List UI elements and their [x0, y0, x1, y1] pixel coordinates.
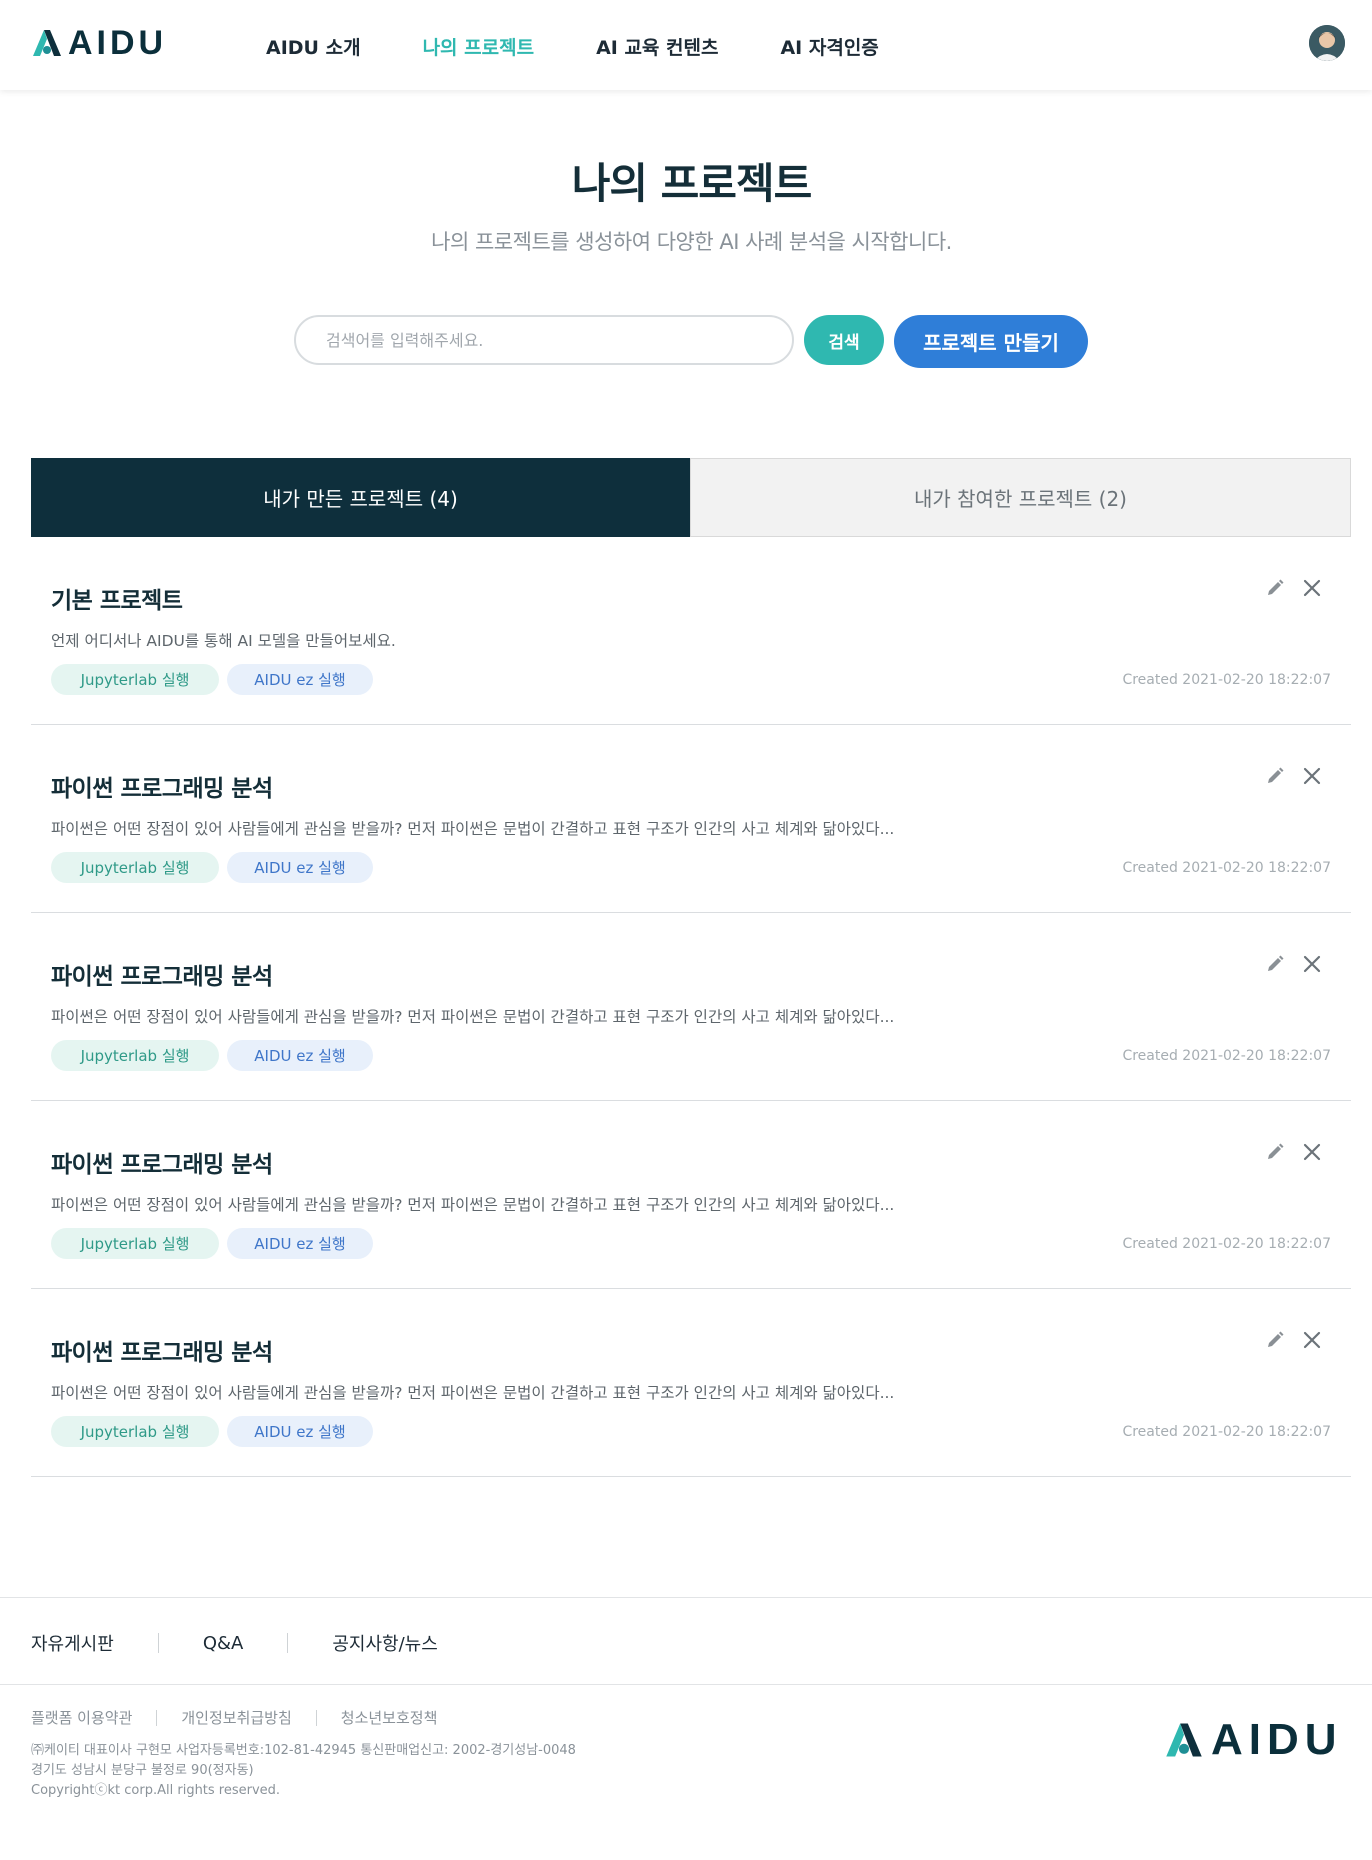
- aidu-ez-run-button[interactable]: AIDU ez 실행: [227, 852, 373, 883]
- legal-divider: [315, 1709, 317, 1726]
- footer-link-free-board[interactable]: 자유게시판: [31, 1630, 114, 1656]
- aidu-ez-run-button[interactable]: AIDU ez 실행: [227, 1040, 373, 1071]
- project-card: 파이썬 프로그래밍 분석 파이썬은 어떤 장점이 있어 사람들에게 관심을 받을…: [31, 913, 1351, 1101]
- main-nav: AIDU 소개 나의 프로젝트 AI 교육 컨텐츠 AI 자격인증: [266, 33, 941, 60]
- footer-links: 자유게시판 Q&A 공지사항/뉴스: [31, 1630, 438, 1656]
- pencil-icon[interactable]: [1264, 953, 1286, 975]
- project-title[interactable]: 파이썬 프로그래밍 분석: [51, 1333, 273, 1367]
- footer-nav: 자유게시판 Q&A 공지사항/뉴스: [0, 1597, 1372, 1685]
- created-date: Created 2021-02-20 18:22:07: [1122, 1236, 1331, 1252]
- project-tabs: 내가 만든 프로젝트 (4) 내가 참여한 프로젝트 (2): [31, 458, 1351, 537]
- project-description: 파이썬은 어떤 장점이 있어 사람들에게 관심을 받을까? 먼저 파이썬은 문법…: [51, 1008, 895, 1026]
- aidu-ez-run-button[interactable]: AIDU ez 실행: [227, 664, 373, 695]
- nav-item-my-projects[interactable]: 나의 프로젝트: [423, 33, 535, 60]
- footer-link-qna[interactable]: Q&A: [203, 1633, 244, 1654]
- company-info: ㈜케이티 대표이사 구현모 사업자등록번호:102-81-42945 통신판매업…: [31, 1741, 576, 1801]
- legal-link-privacy[interactable]: 개인정보취급방침: [181, 1707, 291, 1728]
- created-date: Created 2021-02-20 18:22:07: [1122, 860, 1331, 876]
- close-icon[interactable]: [1301, 577, 1323, 599]
- footer-logo-text: AIDU: [1211, 1715, 1343, 1764]
- project-description: 언제 어디서나 AIDU를 통해 AI 모델을 만들어보세요.: [51, 632, 396, 650]
- legal-link-youth[interactable]: 청소년보호정책: [341, 1707, 438, 1728]
- created-date: Created 2021-02-20 18:22:07: [1122, 1424, 1331, 1440]
- created-date: Created 2021-02-20 18:22:07: [1122, 1048, 1331, 1064]
- user-avatar[interactable]: [1309, 25, 1345, 61]
- top-header: AIDU AIDU 소개 나의 프로젝트 AI 교육 컨텐츠 AI 자격인증: [0, 0, 1372, 90]
- jupyterlab-run-button[interactable]: Jupyterlab 실행: [51, 852, 219, 883]
- logo-text: AIDU: [68, 24, 168, 62]
- aidu-logo[interactable]: AIDU: [32, 26, 167, 60]
- tab-joined-projects[interactable]: 내가 참여한 프로젝트 (2): [690, 458, 1351, 537]
- close-icon[interactable]: [1301, 765, 1323, 787]
- tab-my-projects[interactable]: 내가 만든 프로젝트 (4): [31, 458, 690, 537]
- search-input[interactable]: [294, 315, 794, 365]
- footer-divider: [157, 1633, 159, 1653]
- project-title[interactable]: 기본 프로젝트: [51, 581, 183, 615]
- close-icon[interactable]: [1301, 1141, 1323, 1163]
- project-card: 기본 프로젝트 언제 어디서나 AIDU를 통해 AI 모델을 만들어보세요. …: [31, 537, 1351, 725]
- jupyterlab-run-button[interactable]: Jupyterlab 실행: [51, 1040, 219, 1071]
- nav-item-ai-certification[interactable]: AI 자격인증: [780, 33, 878, 60]
- created-date: Created 2021-02-20 18:22:07: [1122, 672, 1331, 688]
- project-description: 파이썬은 어떤 장점이 있어 사람들에게 관심을 받을까? 먼저 파이썬은 문법…: [51, 1384, 895, 1402]
- pencil-icon[interactable]: [1264, 1141, 1286, 1163]
- pencil-icon[interactable]: [1264, 577, 1286, 599]
- search-button[interactable]: 검색: [804, 315, 884, 365]
- jupyterlab-run-button[interactable]: Jupyterlab 실행: [51, 1416, 219, 1447]
- user-avatar-icon: [1309, 25, 1345, 61]
- aidu-logo-mark-icon: [1166, 1723, 1202, 1757]
- legal-divider: [156, 1709, 158, 1726]
- aidu-ez-run-button[interactable]: AIDU ez 실행: [227, 1228, 373, 1259]
- page-title: 나의 프로젝트: [571, 159, 812, 208]
- legal-links: 플랫폼 이용약관 개인정보취급방침 청소년보호정책: [31, 1707, 437, 1728]
- pencil-icon[interactable]: [1264, 1329, 1286, 1351]
- create-project-button[interactable]: 프로젝트 만들기: [894, 315, 1088, 368]
- footer-link-notice[interactable]: 공지사항/뉴스: [332, 1630, 437, 1656]
- footer-divider: [287, 1633, 289, 1653]
- project-title[interactable]: 파이썬 프로그래밍 분석: [51, 957, 273, 991]
- page-subtitle: 나의 프로젝트를 생성하여 다양한 AI 사례 분석을 시작합니다.: [431, 230, 952, 254]
- project-description: 파이썬은 어떤 장점이 있어 사람들에게 관심을 받을까? 먼저 파이썬은 문법…: [51, 1196, 895, 1214]
- footer-logo: AIDU: [1165, 1718, 1343, 1762]
- jupyterlab-run-button[interactable]: Jupyterlab 실행: [51, 1228, 219, 1259]
- legal-link-terms[interactable]: 플랫폼 이용약관: [31, 1707, 132, 1728]
- project-card: 파이썬 프로그래밍 분석 파이썬은 어떤 장점이 있어 사람들에게 관심을 받을…: [31, 725, 1351, 913]
- close-icon[interactable]: [1301, 953, 1323, 975]
- jupyterlab-run-button[interactable]: Jupyterlab 실행: [51, 664, 219, 695]
- aidu-logo-mark-icon: [33, 30, 61, 56]
- project-description: 파이썬은 어떤 장점이 있어 사람들에게 관심을 받을까? 먼저 파이썬은 문법…: [51, 820, 895, 838]
- project-list: 기본 프로젝트 언제 어디서나 AIDU를 통해 AI 모델을 만들어보세요. …: [31, 537, 1351, 1477]
- project-title[interactable]: 파이썬 프로그래밍 분석: [51, 1145, 273, 1179]
- project-card: 파이썬 프로그래밍 분석 파이썬은 어떤 장점이 있어 사람들에게 관심을 받을…: [31, 1101, 1351, 1289]
- aidu-ez-run-button[interactable]: AIDU ez 실행: [227, 1416, 373, 1447]
- company-address: 경기도 성남시 분당구 불정로 90(정자동): [31, 1763, 254, 1778]
- company-line: ㈜케이티 대표이사 구현모 사업자등록번호:102-81-42945 통신판매업…: [31, 1743, 576, 1758]
- close-icon[interactable]: [1301, 1329, 1323, 1351]
- project-card: 파이썬 프로그래밍 분석 파이썬은 어떤 장점이 있어 사람들에게 관심을 받을…: [31, 1289, 1351, 1477]
- pencil-icon[interactable]: [1264, 765, 1286, 787]
- nav-item-ai-contents[interactable]: AI 교육 컨텐츠: [596, 33, 718, 60]
- nav-item-about[interactable]: AIDU 소개: [266, 33, 361, 60]
- copyright: Copyrightⓒkt corp.All rights reserved.: [31, 1783, 281, 1798]
- project-title[interactable]: 파이썬 프로그래밍 분석: [51, 769, 273, 803]
